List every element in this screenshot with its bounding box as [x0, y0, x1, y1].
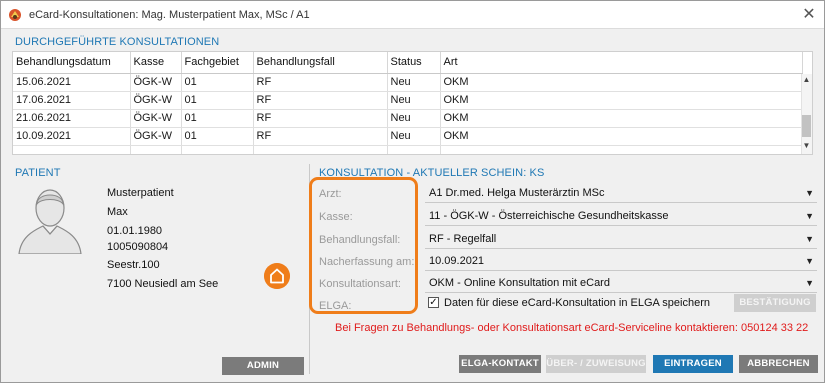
patient-first-name: Max	[107, 206, 128, 218]
behandlungsfall-select[interactable]: RF - Regelfall ▼	[425, 230, 817, 249]
elga-checkbox-label[interactable]: Daten für diese eCard-Konsultation in EL…	[444, 297, 710, 309]
table-row-empty	[13, 145, 803, 154]
ueberweisung-button[interactable]: ÜBER- / ZUWEISUNG	[546, 355, 646, 373]
close-button[interactable]: ✕	[800, 6, 818, 24]
caret-down-icon: ▼	[805, 278, 814, 288]
ecard-consultations-window: eCard-Konsultationen: Mag. Musterpatient…	[0, 0, 825, 383]
caret-down-icon: ▼	[805, 234, 814, 244]
table-row[interactable]: 17.06.2021 ÖGK-W 01 RF Neu OKM	[13, 91, 803, 110]
patient-birthdate: 01.01.1980	[107, 225, 163, 237]
table-cell: ÖGK-W	[130, 91, 182, 110]
kasse-select-value: 11 - ÖGK-W - Österreichische Gesundheits…	[429, 210, 669, 222]
table-cell: Neu	[387, 109, 441, 128]
table-cell: RF	[253, 127, 388, 146]
table-cell: ÖGK-W	[130, 73, 182, 92]
table-cell: Neu	[387, 127, 441, 146]
kasse-select[interactable]: 11 - ÖGK-W - Österreichische Gesundheits…	[425, 207, 817, 226]
table-cell: OKM	[440, 127, 803, 146]
bestaetigung-button[interactable]: BESTÄTIGUNG	[734, 294, 816, 312]
eintragen-button[interactable]: EINTRAGEN	[653, 355, 733, 373]
chevron-down-icon[interactable]: ▼	[802, 141, 811, 151]
nacherfassung-date-value: 10.09.2021	[429, 255, 485, 267]
table-cell: 21.06.2021	[13, 109, 131, 128]
table-header-row: Behandlungsdatum Kasse Fachgebiet Behand…	[13, 52, 803, 74]
caret-down-icon: ▼	[805, 211, 814, 221]
table-cell: Neu	[387, 73, 441, 92]
consultations-section-title: DURCHGEFÜHRTE KONSULTATIONEN	[15, 36, 220, 48]
patient-svnr: 1005090804	[107, 241, 169, 253]
user-silhouette-icon	[18, 189, 82, 254]
table-cell: ÖGK-W	[130, 127, 182, 146]
behandlungsfall-select-value: RF - Regelfall	[429, 233, 497, 245]
konsultationsart-select-value: OKM - Online Konsultation mit eCard	[429, 277, 610, 289]
column-header[interactable]: Art	[440, 52, 803, 74]
abbrechen-button[interactable]: ABBRECHEN	[739, 355, 818, 373]
column-header[interactable]: Status	[387, 52, 441, 74]
column-header[interactable]: Kasse	[130, 52, 182, 74]
table-row[interactable]: 21.06.2021 ÖGK-W 01 RF Neu OKM	[13, 109, 803, 128]
scrollbar-thumb[interactable]	[802, 115, 811, 137]
table-cell	[13, 145, 131, 154]
table-cell: RF	[253, 73, 388, 92]
elga-checkbox[interactable]: ✓	[428, 297, 439, 308]
table-cell: 01	[181, 127, 254, 146]
arzt-select[interactable]: A1 Dr.med. Helga Musterärztin MSc ▼	[425, 184, 817, 203]
table-cell: OKM	[440, 73, 803, 92]
table-cell: ÖGK-W	[130, 109, 182, 128]
konsultationsart-select[interactable]: OKM - Online Konsultation mit eCard ▼	[425, 274, 817, 293]
patient-last-name: Musterpatient	[107, 187, 174, 199]
table-cell	[181, 145, 254, 154]
table-cell: 01	[181, 91, 254, 110]
table-cell: RF	[253, 109, 388, 128]
column-header[interactable]: Behandlungsfall	[253, 52, 388, 74]
table-row[interactable]: 15.06.2021 ÖGK-W 01 RF Neu OKM	[13, 73, 803, 92]
table-cell: OKM	[440, 91, 803, 110]
caret-down-icon: ▼	[805, 256, 814, 266]
patient-city: 7100 Neusiedl am See	[107, 278, 219, 290]
consultations-table: Behandlungsdatum Kasse Fachgebiet Behand…	[12, 51, 813, 155]
table-cell: 01	[181, 109, 254, 128]
table-cell: Neu	[387, 91, 441, 110]
table-cell	[387, 145, 441, 154]
table-cell: 15.06.2021	[13, 73, 131, 92]
arzt-select-value: A1 Dr.med. Helga Musterärztin MSc	[429, 187, 605, 199]
patient-section-title: PATIENT	[15, 167, 61, 179]
chevron-up-icon[interactable]: ▲	[802, 75, 811, 85]
table-cell	[253, 145, 388, 154]
app-logo-icon	[9, 9, 21, 21]
serviceline-info-text: Bei Fragen zu Behandlungs- oder Konsulta…	[335, 322, 809, 334]
highlight-box	[309, 177, 418, 314]
table-row[interactable]: 10.09.2021 ÖGK-W 01 RF Neu OKM	[13, 127, 803, 146]
table-cell	[440, 145, 803, 154]
column-header[interactable]: Fachgebiet	[181, 52, 254, 74]
close-icon: ✕	[802, 6, 816, 23]
table-cell: RF	[253, 91, 388, 110]
column-header[interactable]: Behandlungsdatum	[13, 52, 131, 74]
table-cell	[130, 145, 182, 154]
table-cell: OKM	[440, 109, 803, 128]
table-cell: 01	[181, 73, 254, 92]
patient-street: Seestr.100	[107, 259, 160, 271]
home-icon[interactable]	[264, 263, 290, 289]
window-title: eCard-Konsultationen: Mag. Musterpatient…	[29, 9, 310, 21]
table-cell: 10.09.2021	[13, 127, 131, 146]
table-cell: 17.06.2021	[13, 91, 131, 110]
elga-kontakt-button[interactable]: ELGA-KONTAKT	[459, 355, 541, 373]
nacherfassung-date-select[interactable]: 10.09.2021 ▼	[425, 252, 817, 271]
caret-down-icon: ▼	[805, 188, 814, 198]
title-bar: eCard-Konsultationen: Mag. Musterpatient…	[1, 1, 824, 29]
admin-button[interactable]: ADMIN	[222, 357, 304, 375]
